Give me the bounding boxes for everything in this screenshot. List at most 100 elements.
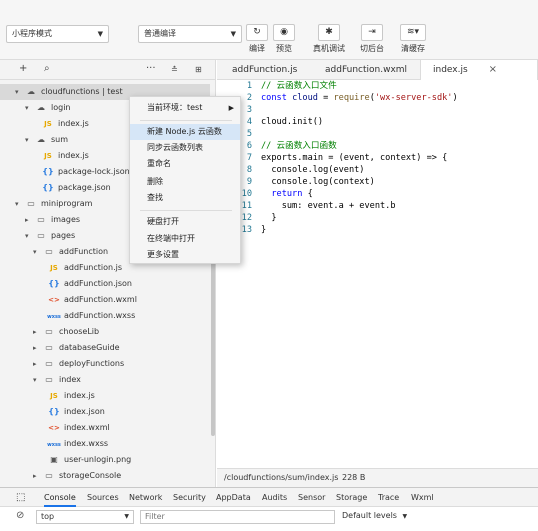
- tree-item-index-wxss[interactable]: wxss index.wxss: [0, 436, 108, 452]
- clear-console-icon[interactable]: ⊘: [16, 510, 24, 521]
- code-editor[interactable]: 1// 云函数入口文件 2 const cloud = require('wx-s…: [217, 80, 538, 468]
- real-debug-button[interactable]: ✱: [318, 24, 340, 41]
- tab-label: addFunction.js: [232, 65, 298, 75]
- menu-item-rename[interactable]: 重命名: [130, 156, 240, 172]
- context-select[interactable]: top ▼: [36, 510, 134, 524]
- tree-item-label: package.json: [58, 183, 111, 192]
- chevron-right-icon: ▸: [33, 344, 37, 352]
- folder-icon: ▭: [45, 343, 53, 352]
- json-file-icon: {}: [48, 279, 60, 288]
- tree-item-label: index.json: [64, 407, 105, 416]
- tree-item-index-wxml[interactable]: <> index.wxml: [0, 420, 110, 436]
- clear-cache-button[interactable]: ≋▾: [400, 24, 426, 41]
- chevron-down-icon: ▾: [25, 136, 29, 144]
- collapse-icon[interactable]: ⊞: [195, 65, 202, 74]
- preview-button[interactable]: ◉: [273, 24, 295, 41]
- code-text: // 云函数入口文件: [261, 81, 337, 91]
- compile-select[interactable]: 普通编译 ▼: [138, 25, 242, 43]
- menu-item-more-settings[interactable]: 更多设置: [130, 247, 240, 263]
- tree-item-label: addFunction.json: [64, 279, 132, 288]
- tree-item-addfunction-wxml[interactable]: <> addFunction.wxml: [0, 292, 137, 308]
- cloud-icon: ☁: [37, 135, 45, 144]
- tree-item-storageconsole[interactable]: ▸ ▭ storageConsole: [0, 468, 121, 484]
- context-select-value: top: [41, 512, 55, 521]
- tab-wxml[interactable]: Wxml: [411, 488, 434, 507]
- file-tree-toolbar: + ⌕ ··· ≛ ⊞: [0, 60, 215, 80]
- tree-item-miniprogram[interactable]: ▾ ▭ miniprogram: [0, 196, 92, 212]
- tab-addfunction-wxml[interactable]: addFunction.wxml: [313, 60, 419, 80]
- menu-item-new-node-function[interactable]: 新建 Node.js 云函数: [130, 124, 240, 140]
- tree-item-addfunction-wxss[interactable]: wxss addFunction.wxss: [0, 308, 135, 324]
- tree-item-addfunction-js[interactable]: JS addFunction.js: [0, 260, 122, 276]
- tree-item-label: chooseLib: [59, 327, 100, 336]
- refresh-icon: ↻: [253, 27, 261, 37]
- editor-status-bar: /cloudfunctions/sum/index.js 228 B: [217, 468, 538, 487]
- close-icon[interactable]: ×: [489, 64, 497, 75]
- more-icon[interactable]: ···: [146, 63, 156, 74]
- js-file-icon: JS: [44, 120, 52, 128]
- tab-network[interactable]: Network: [129, 488, 162, 507]
- menu-item-current-env[interactable]: 当前环境：test ▶: [130, 100, 240, 116]
- cloud-folder-icon: ☁: [27, 87, 35, 96]
- sort-icon[interactable]: ≛: [171, 65, 178, 74]
- code-text: cloud.init(): [261, 117, 324, 127]
- mode-select[interactable]: 小程序模式 ▼: [6, 25, 109, 43]
- top-toolbar: 小程序模式 ▼ 普通编译 ▼ ↻ 编译 ◉ 预览 ✱ 真机调试 ⇥ 切后台 ≋▾…: [0, 0, 538, 60]
- chevron-right-icon: ▶: [228, 104, 234, 112]
- tab-index-js[interactable]: index.js ×: [420, 60, 538, 81]
- search-icon[interactable]: ⌕: [44, 63, 50, 74]
- chevron-down-icon: ▼: [230, 30, 236, 38]
- json-file-icon: {}: [42, 183, 54, 192]
- tree-item-index-json[interactable]: {} index.json: [0, 404, 105, 420]
- tab-console[interactable]: Console: [44, 488, 76, 507]
- tree-item-addfunction[interactable]: ▾ ▭ addFunction: [0, 244, 108, 260]
- tab-addfunction-js[interactable]: addFunction.js: [220, 60, 309, 80]
- menu-item-find[interactable]: 查找: [130, 190, 240, 206]
- tree-item-package-lock-json[interactable]: {} package-lock.json: [0, 164, 129, 180]
- tree-item-user-unlogin-png[interactable]: ▣ user-unlogin.png: [0, 452, 131, 468]
- image-file-icon: ▣: [50, 455, 58, 464]
- tree-item-images[interactable]: ▸ ▭ images: [0, 212, 80, 228]
- tab-security[interactable]: Security: [173, 488, 206, 507]
- tree-item-login-index-js[interactable]: JS index.js: [0, 116, 89, 132]
- filter-input[interactable]: Filter: [140, 510, 335, 524]
- tab-storage[interactable]: Storage: [336, 488, 367, 507]
- compile-select-value: 普通编译: [144, 29, 176, 38]
- menu-item-delete[interactable]: 删除: [130, 174, 240, 190]
- menu-item-open-in-disk[interactable]: 硬盘打开: [130, 214, 240, 230]
- compile-button[interactable]: ↻: [246, 24, 268, 41]
- line-number: 1: [246, 81, 252, 91]
- tree-item-index-js[interactable]: JS index.js: [0, 388, 95, 404]
- menu-item-sync-function-list[interactable]: 同步云函数列表: [130, 140, 240, 156]
- tree-item-label: addFunction: [59, 247, 109, 256]
- tree-item-pages[interactable]: ▾ ▭ pages: [0, 228, 75, 244]
- tab-label: index.js: [433, 65, 468, 75]
- tab-trace[interactable]: Trace: [378, 488, 399, 507]
- levels-select[interactable]: Default levels ▼: [338, 510, 418, 524]
- tree-item-sum[interactable]: ▾ ☁ sum: [0, 132, 68, 148]
- file-path: /cloudfunctions/sum/index.js: [224, 473, 339, 482]
- tree-item-deployfunctions[interactable]: ▸ ▭ deployFunctions: [0, 356, 124, 372]
- background-button[interactable]: ⇥: [361, 24, 383, 41]
- editor-tab-bar: addFunction.js addFunction.wxml index.js…: [217, 60, 538, 81]
- menu-item-open-in-terminal[interactable]: 在终端中打开: [130, 231, 240, 247]
- tab-appdata[interactable]: AppData: [216, 488, 251, 507]
- clear-cache-label: 清缓存: [401, 44, 425, 53]
- tree-item-chooselib[interactable]: ▸ ▭ chooseLib: [0, 324, 99, 340]
- tab-label: addFunction.wxml: [325, 65, 408, 75]
- code-text: }: [261, 213, 277, 223]
- code-text: return {: [271, 189, 313, 199]
- tree-item-label: miniprogram: [41, 199, 93, 208]
- add-icon[interactable]: +: [19, 63, 27, 74]
- tree-item-addfunction-json[interactable]: {} addFunction.json: [0, 276, 132, 292]
- tab-sensor[interactable]: Sensor: [298, 488, 325, 507]
- tab-sources[interactable]: Sources: [87, 488, 119, 507]
- tab-audits[interactable]: Audits: [262, 488, 287, 507]
- tree-item-index[interactable]: ▾ ▭ index: [0, 372, 81, 388]
- tree-item-databaseguide[interactable]: ▸ ▭ databaseGuide: [0, 340, 120, 356]
- tree-item-sum-index-js[interactable]: JS index.js: [0, 148, 89, 164]
- folder-icon: ▭: [37, 215, 45, 224]
- tree-item-login[interactable]: ▾ ☁ login: [0, 100, 71, 116]
- inspect-icon[interactable]: ⬚: [16, 488, 25, 507]
- tree-item-package-json[interactable]: {} package.json: [0, 180, 111, 196]
